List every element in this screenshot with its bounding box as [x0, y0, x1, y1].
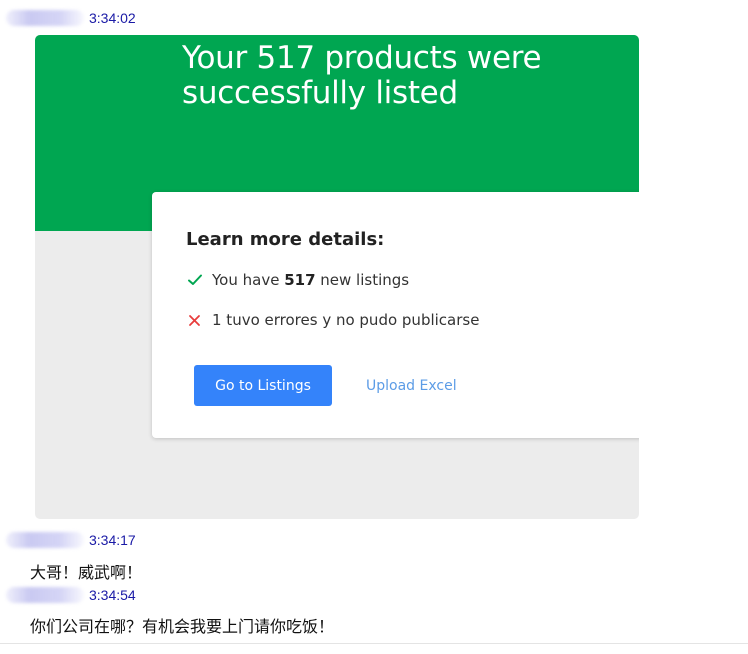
message-timestamp: 3:34:54	[89, 587, 136, 603]
divider	[0, 643, 748, 644]
image-message[interactable]: Your 517 products were successfully list…	[35, 35, 639, 519]
chat-window: 3:34:02 Your 517 products were successfu…	[0, 0, 748, 654]
success-suffix: new listings	[315, 271, 410, 289]
upload-excel-link[interactable]: Upload Excel	[366, 365, 457, 406]
sender-name-redacted	[6, 532, 84, 548]
sender-name-redacted	[6, 10, 84, 26]
sender-name-redacted	[6, 587, 84, 603]
card-title: Learn more details:	[186, 229, 385, 250]
success-prefix: You have	[212, 271, 285, 289]
go-to-listings-button[interactable]: Go to Listings	[194, 365, 332, 406]
message-text: 你们公司在哪？有机会我要上门请你吃饭！	[30, 617, 335, 636]
error-x-icon	[186, 311, 204, 329]
success-row: You have 517 new listings	[186, 271, 409, 289]
banner-title: Your 517 products were successfully list…	[182, 40, 542, 111]
details-card: Learn more details: You have 517 new lis…	[152, 192, 639, 438]
check-icon	[186, 271, 204, 289]
success-count: 517	[284, 271, 316, 289]
error-row: 1 tuvo errores y no pudo publicarse	[186, 311, 479, 329]
message-text: 大哥！威武啊！	[30, 563, 143, 582]
error-text: 1 tuvo errores y no pudo publicarse	[212, 311, 480, 329]
message-timestamp: 3:34:17	[89, 532, 136, 548]
message-timestamp: 3:34:02	[89, 10, 136, 26]
